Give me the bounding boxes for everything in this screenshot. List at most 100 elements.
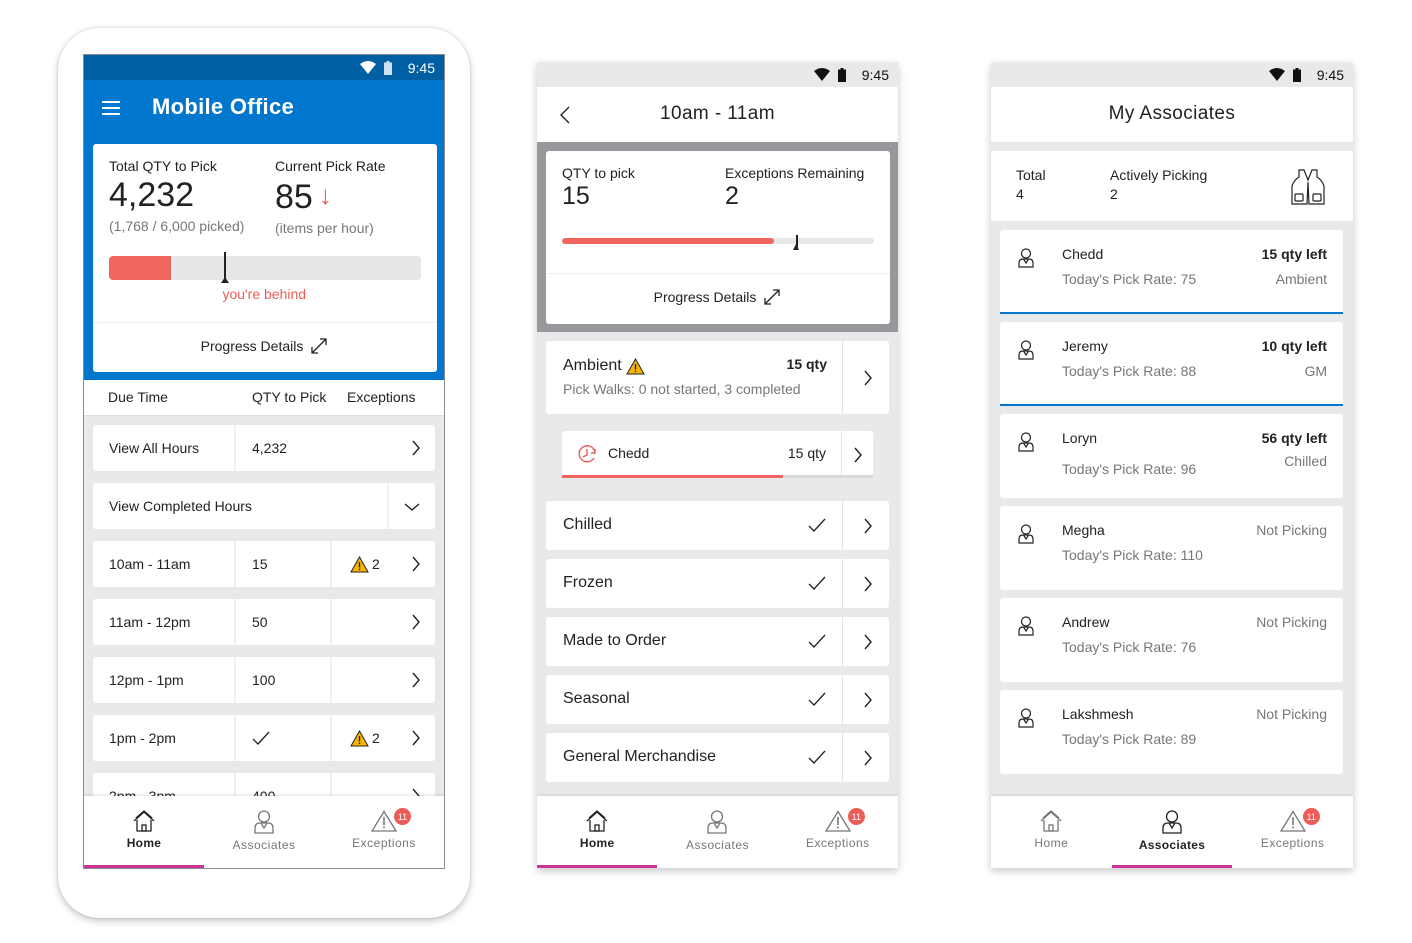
warning-icon (371, 810, 397, 832)
associate-card[interactable]: Jeremy Today's Pick Rate: 88 10 qty left GM (1000, 322, 1343, 406)
hour-row[interactable]: 1pm - 2pm 2 (93, 715, 435, 761)
category-row[interactable]: Chilled (546, 501, 889, 550)
nav-tab-associates[interactable]: Associates (204, 796, 324, 868)
associate-icon (1018, 248, 1034, 268)
associate-name: Andrew (1062, 614, 1110, 630)
nav-tab-exceptions[interactable]: Exceptions 11 (324, 796, 444, 868)
category-row[interactable]: Made to Order (546, 617, 889, 666)
nav-label: Associates (232, 838, 296, 852)
expand-icon (764, 289, 780, 305)
nav-tab-home[interactable]: Home (84, 796, 204, 868)
nav-tab-exceptions[interactable]: Exceptions 11 (778, 796, 898, 868)
pick-progress-bar (109, 256, 421, 280)
picker-name: Chedd (608, 445, 650, 461)
arrow-down-icon: ↓ (318, 180, 332, 210)
status-time: 9:45 (861, 66, 889, 83)
associate-card[interactable]: Loryn Today's Pick Rate: 96 56 qty left Chi… (1000, 414, 1343, 498)
associate-card[interactable]: Lakshmesh Today's Pick Rate: 89 Not Pickin… (1000, 690, 1343, 774)
associate-icon (1018, 432, 1034, 452)
divider (842, 501, 843, 550)
category-row[interactable]: Frozen (546, 559, 889, 608)
associate-department: Ambient (1275, 271, 1327, 287)
hour-time: 12pm - 1pm (93, 657, 236, 703)
category-row[interactable]: General Merchandise (546, 733, 889, 782)
check-wrap (808, 576, 826, 595)
check-wrap (808, 750, 826, 769)
warning-icon (625, 357, 645, 374)
view-all-hours-row[interactable]: View All Hours 4,232 (93, 425, 435, 471)
hamburger-menu-icon[interactable] (102, 100, 122, 116)
hour-qty: 50 (236, 599, 332, 645)
divider (93, 322, 437, 323)
checkmark-icon (808, 518, 826, 532)
pick-rate-value-wrap: 85 ↓ (275, 176, 385, 216)
checkmark-icon (808, 750, 826, 764)
divider (842, 733, 843, 782)
pick-rate-value: 85 (275, 178, 313, 216)
pick-rate-block: Current Pick Rate 85 ↓ (items per hour) (275, 158, 385, 236)
status-time: 9:45 (1316, 66, 1344, 83)
associate-card[interactable]: Chedd Today's Pick Rate: 75 15 qty left Amb… (1000, 230, 1343, 314)
total-label: Total (1016, 167, 1046, 183)
category-name: General Merchandise (563, 748, 716, 765)
associate-icon (1018, 524, 1034, 544)
avatar (1017, 616, 1035, 641)
total-value: 4 (1016, 186, 1024, 202)
category-name: Chilled (563, 516, 612, 533)
associate-qty-left: 56 qty left (1261, 430, 1327, 446)
category-ambient[interactable]: Ambient 15 qty Pick Walks: 0 not started… (546, 341, 889, 414)
avatar (1017, 340, 1035, 365)
app-title: Mobile Office (152, 94, 295, 119)
table-header: Due Time QTY to Pick Exceptions (84, 380, 444, 416)
battery-icon (1292, 67, 1301, 82)
checkmark-icon (808, 576, 826, 590)
category-row[interactable]: Seasonal (546, 675, 889, 724)
associate-qty-left: 15 qty left (1261, 246, 1327, 262)
associate-pick-rate: Today's Pick Rate: 96 (1062, 461, 1197, 477)
hour-row[interactable]: 11am - 12pm 50 (93, 599, 435, 645)
nav-tab-home[interactable]: Home (537, 796, 658, 868)
associates-summary: Total 4 Actively Picking 2 (991, 151, 1353, 221)
chevron-wrap (411, 729, 421, 750)
nav-tab-home[interactable]: Home (991, 796, 1112, 868)
associate-qty-left: 10 qty left (1261, 338, 1327, 354)
divider (841, 431, 842, 475)
picker-chedd-row[interactable]: Chedd 15 qty (562, 431, 873, 478)
category-name: Made to Order (563, 632, 667, 649)
target-marker (793, 235, 799, 250)
progress-details-label: Progress Details (200, 338, 304, 354)
nav-tab-associates[interactable]: Associates (1111, 796, 1233, 868)
associate-pick-rate: Today's Pick Rate: 88 (1062, 363, 1197, 379)
chevron-right-icon (412, 730, 420, 746)
associate-card[interactable]: Megha Today's Pick Rate: 110 Not Picking (1000, 506, 1343, 590)
wifi-icon (1268, 68, 1285, 81)
hour-row[interactable]: 12pm - 1pm 100 (93, 657, 435, 703)
progress-details-link[interactable]: Progress Details (93, 336, 437, 356)
associate-pick-rate: Today's Pick Rate: 110 (1062, 547, 1203, 563)
hour-qty (236, 715, 332, 761)
checkmark-icon (808, 634, 826, 648)
chevron-right-icon (412, 614, 420, 630)
home-icon (586, 810, 608, 832)
chevron-right-icon (412, 440, 420, 456)
associate-name: Lakshmesh (1062, 706, 1134, 722)
associate-name: Megha (1062, 522, 1105, 538)
nav-tab-associates[interactable]: Associates (657, 796, 777, 868)
exceptions-badge: 11 (1302, 808, 1320, 825)
behind-status-text: you're behind (222, 286, 307, 302)
nav-label: Home (126, 836, 162, 850)
nav-label: Exceptions (1260, 836, 1325, 850)
chevron-right-icon (864, 370, 872, 386)
progress-details-link[interactable]: Progress Details (546, 287, 890, 307)
associate-name: Loryn (1062, 430, 1098, 446)
hour-qty: 15 (236, 541, 332, 587)
pick-rate-sub: (items per hour) (275, 220, 374, 236)
associates-screen: 9:45 My Associates Total 4 Actively Pick… (991, 62, 1353, 868)
hour-row[interactable]: 10am - 11am 15 2 (93, 541, 435, 587)
checkmark-icon (808, 692, 826, 706)
associate-card[interactable]: Andrew Today's Pick Rate: 76 Not Picking (1000, 598, 1343, 682)
nav-tab-exceptions[interactable]: Exceptions 11 (1232, 796, 1353, 868)
status-bar: 9:45 (84, 55, 444, 80)
view-completed-hours-row[interactable]: View Completed Hours (93, 483, 435, 529)
expand-icon (311, 338, 327, 354)
